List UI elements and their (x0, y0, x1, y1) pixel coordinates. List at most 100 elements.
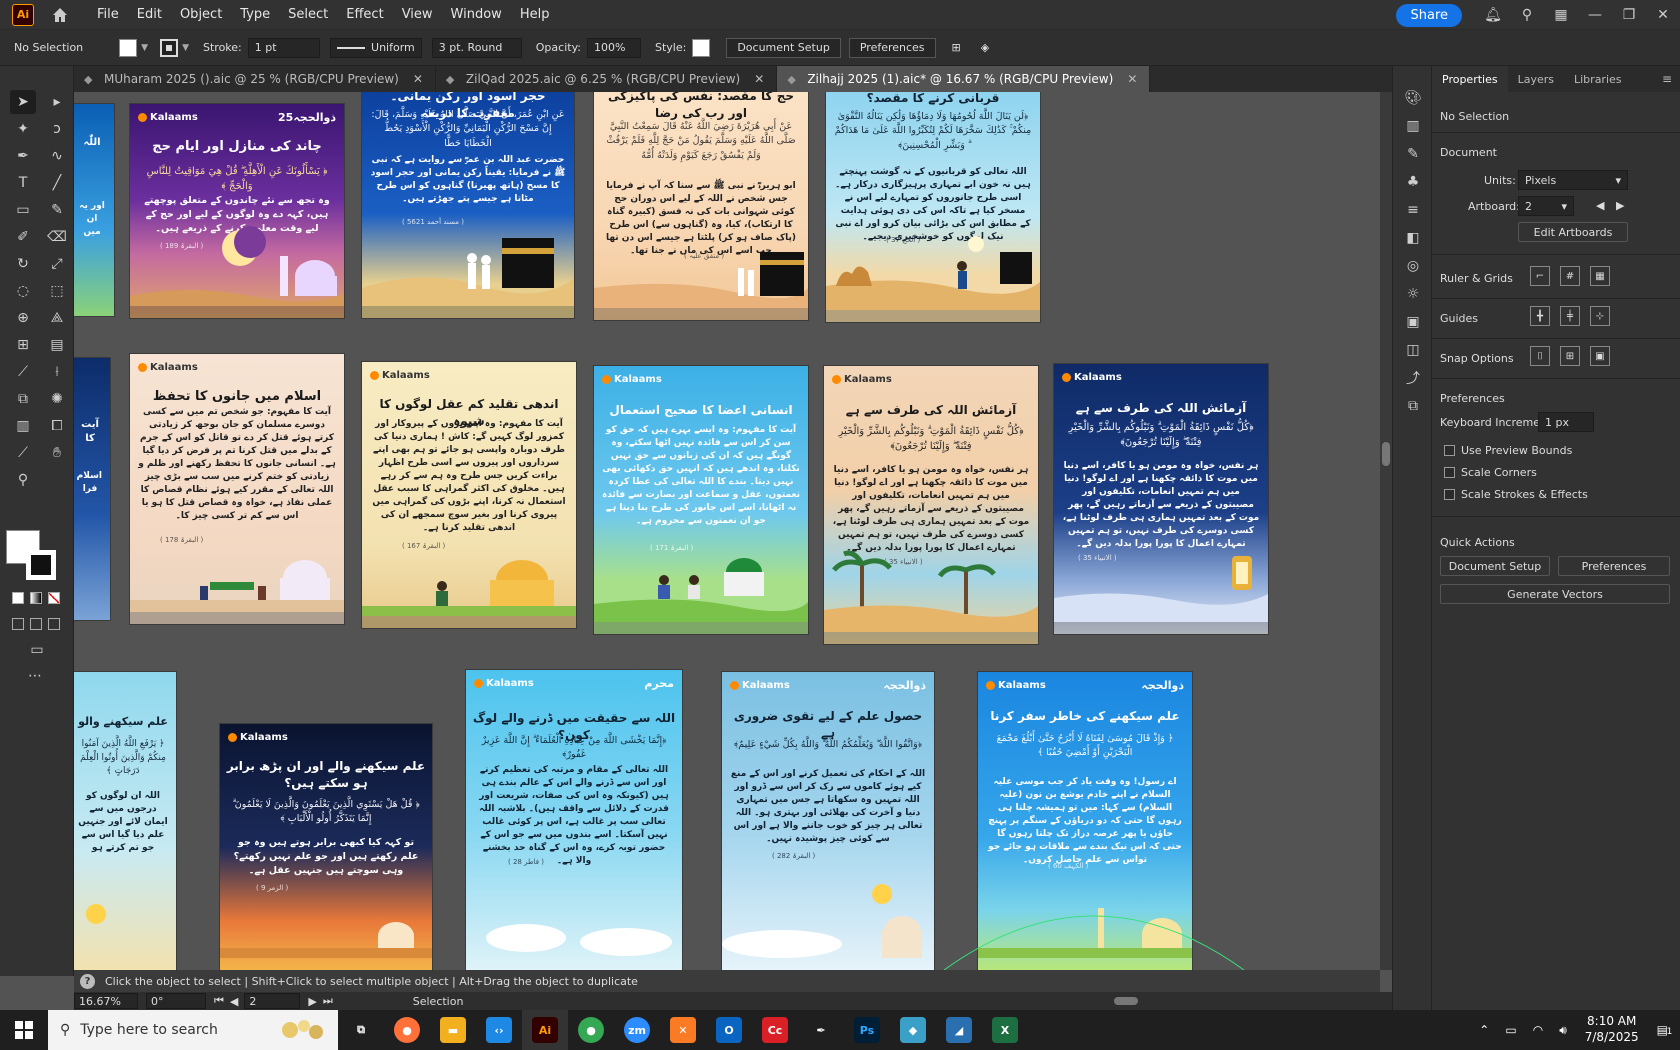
quick-preferences-button[interactable]: Preferences (1558, 556, 1670, 576)
horizontal-scroll-thumb[interactable] (1114, 997, 1138, 1005)
taskbar-app-xampp[interactable]: ✕ (660, 1010, 706, 1050)
artboard-protection-of-lives[interactable]: Kalaams اسلام میں جانوں کا تحفظ آیت کا م… (130, 354, 344, 624)
selection-tool-icon[interactable]: ➤ (10, 90, 36, 114)
taskbar-app-creative-cloud[interactable]: Cc (752, 1010, 798, 1050)
color-mode-icon[interactable] (12, 592, 24, 604)
gradient-mode-icon[interactable] (30, 592, 42, 604)
taskbar-app-file-explorer[interactable]: ▬ (430, 1010, 476, 1050)
artboard-partial-2[interactable]: آیت کا اسلام فرا (74, 358, 110, 620)
fill-stroke-widget[interactable] (6, 530, 56, 580)
smart-guides-icon[interactable]: ⊹ (1590, 306, 1610, 326)
taskbar-app-chrome[interactable]: ● (568, 1010, 614, 1050)
taskbar-app-illustrator[interactable]: Ai (522, 1010, 568, 1050)
variable-width-profile[interactable]: Uniform (329, 37, 422, 58)
taskbar-app-3d[interactable]: ◆ (890, 1010, 936, 1050)
generate-vectors-button[interactable]: Generate Vectors (1440, 584, 1670, 604)
artboard-educated-vs-uneducated[interactable]: Kalaams علم سیکھنے والے اور ان پڑھ برابر… (220, 724, 432, 970)
gradient-panel-icon[interactable]: ◧ (1393, 224, 1433, 252)
lock-guides-icon[interactable]: ╪ (1560, 306, 1580, 326)
taskbar-app-notes[interactable]: ◢ (936, 1010, 982, 1050)
artboard-trial-from-allah-2[interactable]: Kalaams آزمائش اللہ کی طرف سے ہے ﴿كُلُّ … (1054, 364, 1268, 634)
line-segment-tool-icon[interactable]: ╱ (44, 171, 70, 195)
symbols-panel-icon[interactable]: ♣ (1393, 168, 1433, 196)
close-icon[interactable]: ✕ (1127, 72, 1137, 86)
preferences-button[interactable]: Preferences (848, 37, 936, 58)
graphic-style-swatch[interactable] (692, 38, 711, 57)
transparency-grid-icon[interactable]: ▦ (1590, 266, 1610, 286)
next-artboard-icon[interactable]: ▶ (1616, 199, 1624, 212)
eyedropper-tool-icon[interactable]: ⟋ (10, 360, 36, 384)
units-select[interactable]: Pixels ▾ (1518, 170, 1628, 190)
artboard-select[interactable]: 2 ▾ (1518, 196, 1574, 216)
draw-normal-icon[interactable] (12, 618, 24, 630)
magic-wand-tool-icon[interactable]: ✦ (10, 117, 36, 141)
type-tool-icon[interactable]: T (10, 171, 36, 195)
volume-icon[interactable]: 🔊︎ (1559, 1023, 1567, 1038)
current-tool-status[interactable]: Selection (413, 995, 464, 1008)
scale-tool-icon[interactable]: ⤢ (44, 252, 70, 276)
opacity-field[interactable]: 100% (586, 37, 641, 58)
tab-zilhajj[interactable]: ◆ Zilhajj 2025 (1).aic* @ 16.67 % (RGB/C… (777, 66, 1151, 92)
network-icon[interactable]: ▭ (1505, 1023, 1516, 1037)
align-icon[interactable]: ⊞ (952, 41, 961, 54)
show-guides-icon[interactable]: ╋ (1530, 306, 1550, 326)
artboard-moon-stages[interactable]: Kalaams ذوالحجہ25 چاند کی منازل اور ایام … (130, 104, 344, 318)
keyboard-increment-field[interactable]: 1 px (1538, 412, 1594, 432)
menu-edit[interactable]: Edit (128, 0, 171, 30)
transparency-panel-icon[interactable]: ◎ (1393, 252, 1433, 280)
lasso-tool-icon[interactable]: ↄ (44, 117, 70, 141)
tab-properties[interactable]: Properties (1432, 66, 1508, 92)
artboard-blind-following[interactable]: Kalaams اندھی تقلید کم عقل لوگوں کا شیوہ… (362, 362, 576, 628)
panel-menu-icon[interactable]: ≡ (1662, 72, 1672, 86)
close-icon[interactable]: ✕ (754, 72, 764, 86)
windows-start-icon[interactable] (0, 1010, 48, 1050)
brushes-panel-icon[interactable]: ✎ (1393, 140, 1433, 168)
menu-select[interactable]: Select (279, 0, 337, 30)
shape-builder-tool-icon[interactable]: ⊕ (10, 306, 36, 330)
tab-libraries[interactable]: Libraries (1564, 66, 1632, 92)
artboard-partial-3[interactable]: علم سیکھنے والو ﴿ يَرْفَعِ اللَّهُ الَّذ… (74, 672, 176, 970)
scale-strokes-effects-checkbox[interactable]: Scale Strokes & Effects (1444, 488, 1588, 501)
chevron-up-icon[interactable]: ⌃ (1479, 1023, 1489, 1037)
taskbar-app-pen-tool[interactable]: ✒ (798, 1010, 844, 1050)
close-icon[interactable]: ✕ (1646, 0, 1680, 30)
snap-to-point-icon[interactable]: ⌷ (1530, 346, 1550, 366)
use-preview-bounds-checkbox[interactable]: Use Preview Bounds (1444, 444, 1572, 457)
none-mode-icon[interactable] (48, 592, 60, 604)
grid-icon[interactable]: # (1560, 266, 1580, 286)
artboard-partial-1[interactable]: اللّٰہ اور یہ ان میں (74, 104, 114, 316)
artboard-taqwa-for-knowledge[interactable]: Kalaams ذوالحجہ حصول علم کے لیے تقوی ضرور… (722, 672, 934, 970)
shaper-tool-icon[interactable]: ✐ (10, 225, 36, 249)
clock[interactable]: 8:10 AM 7/8/2025 (1585, 1014, 1639, 1045)
snap-to-grid-icon[interactable]: ⊞ (1560, 346, 1580, 366)
menu-file[interactable]: File (88, 0, 128, 30)
perspective-grid-tool-icon[interactable]: ⟁ (44, 306, 70, 330)
layers-panel-icon[interactable]: ◫ (1393, 336, 1433, 364)
first-artboard-icon[interactable]: ⏮ (214, 994, 224, 1008)
menu-window[interactable]: Window (442, 0, 511, 30)
vertical-scrollbar[interactable] (1380, 92, 1392, 970)
tab-muharam[interactable]: ◆ MUharam 2025 ().aic @ 25 % (RGB/CPU Pr… (74, 66, 436, 92)
taskbar-app-firefox[interactable]: ● (384, 1010, 430, 1050)
stroke-weight-field[interactable]: 1 pt (247, 37, 320, 58)
bell-icon[interactable]: 🔔︎ (1476, 0, 1510, 30)
tab-layers[interactable]: Layers (1508, 66, 1564, 92)
artboard-hajj-purpose[interactable]: حج کا مقصد: نفس کی پاکیزگی اور رب کی رضا… (594, 92, 808, 320)
menu-type[interactable]: Type (231, 0, 279, 30)
notifications-icon[interactable]: ▤ 1 (1657, 1023, 1673, 1037)
appearance-panel-icon[interactable]: ☼ (1393, 280, 1433, 308)
measure-tool-icon[interactable]: ⟊ (44, 360, 70, 384)
artboard-trial-from-allah-1[interactable]: Kalaams آزمائش اللہ کی طرف سے ہے ﴿كُلُّ … (824, 366, 1038, 644)
rectangle-tool-icon[interactable]: ▭ (10, 198, 36, 222)
zoom-tool-icon[interactable]: ⚲ (10, 468, 36, 492)
draw-inside-icon[interactable] (48, 618, 60, 630)
chevron-down-icon[interactable]: ▼ (182, 43, 189, 53)
eraser-tool-icon[interactable]: ⌫ (44, 225, 70, 249)
search-icon[interactable]: ⚲ (1510, 0, 1544, 30)
free-transform-tool-icon[interactable]: ⬚ (44, 279, 70, 303)
stroke-panel-icon[interactable]: ≡ (1393, 196, 1433, 224)
paintbrush-tool-icon[interactable]: ✎ (44, 198, 70, 222)
artboard-qurbani-purpose[interactable]: قربانی کرنے کا مقصد؟ ﴿لَن يَنَالَ اللَّه… (826, 92, 1040, 322)
taskbar-app-excel[interactable]: X (982, 1010, 1028, 1050)
document-setup-button[interactable]: Document Setup (726, 37, 841, 58)
